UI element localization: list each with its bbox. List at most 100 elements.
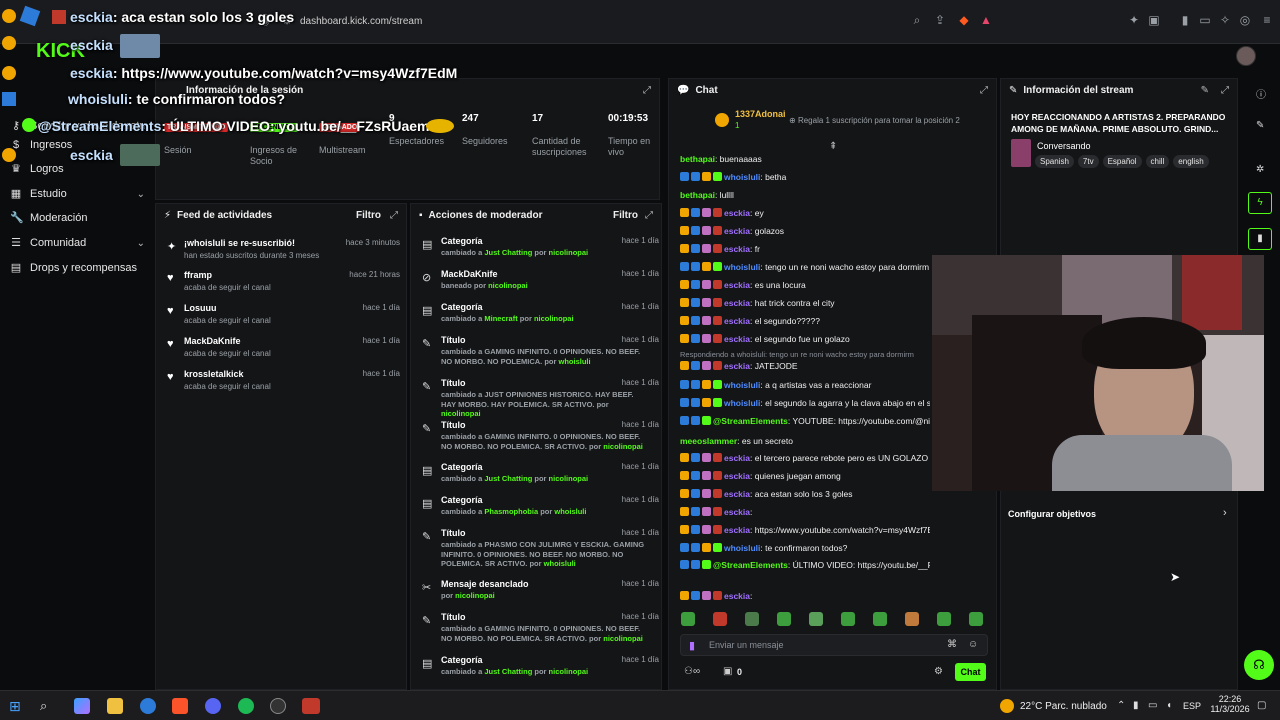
tag[interactable]: english [1173,155,1209,168]
chat-username[interactable]: esckia [724,361,750,371]
feed-item[interactable]: ✦ ¡whoisluli se re-suscribió! han estado… [164,238,400,268]
emote-icon[interactable] [681,612,695,626]
mic-icon[interactable]: ▮ [689,639,695,652]
weather-text[interactable]: 22°C Parc. nublado [1020,701,1107,712]
chat-username[interactable]: esckia [724,453,750,463]
popout-icon[interactable]: ⤢ [390,210,398,221]
emote-icon[interactable] [841,612,855,626]
support-button[interactable]: ☊ [1244,650,1274,680]
folder-icon[interactable] [107,698,123,714]
gift-prompt[interactable]: ⊕ Regala 1 suscripción para tomar la pos… [789,116,960,125]
chat-message[interactable]: @StreamElements: ÚLTIMO VIDEO: https://y… [680,558,930,572]
chat-settings-icon[interactable]: ⚙ [934,666,943,677]
chevron-right-icon[interactable]: › [1223,507,1227,519]
brave-shield-icon[interactable]: ◆ [957,13,971,27]
chat-username[interactable]: whoisluli [724,262,760,272]
chat-input[interactable]: Enviar un mensaje [709,640,784,650]
notification-icon[interactable]: ▢ [1257,700,1266,711]
sidebar-item-moderacion[interactable]: 🔧 Moderación [10,209,145,227]
feed-item[interactable]: ♥ krossletalkick acaba de seguir el cana… [164,369,400,399]
emote-icon[interactable] [777,612,791,626]
chat-username[interactable]: meeoslammer [680,436,737,446]
chat-username[interactable]: whoisluli [724,543,760,553]
info-icon[interactable]: ⓘ [1256,86,1266,101]
chat-message[interactable]: esckia: el segundo fue un golazo [680,332,930,346]
chat-message[interactable]: bethapai: buenaaaas [680,152,930,166]
sidebar-item-estudio[interactable]: ▦ Estudio ⌄ [10,185,145,203]
clock[interactable]: 22:26 11/3/2026 [1206,694,1254,714]
filter-button[interactable]: Filtro [356,210,381,221]
chat-message[interactable]: esckia: quienes juegan among [680,469,930,483]
chat-username[interactable]: esckia [724,334,750,344]
edit-icon[interactable]: ✎ [1201,85,1209,96]
obs-icon[interactable] [270,698,286,714]
chat-username[interactable]: whoisluli [724,398,760,408]
emote-icon[interactable] [713,612,727,626]
chat-username[interactable]: esckia [724,208,750,218]
panel-icon[interactable]: ▮ [1248,228,1272,250]
chat-message[interactable]: bethapai: lullll [680,188,930,202]
feed-item[interactable]: ♥ Losuuu acaba de seguir el canal hace 1… [164,303,400,333]
chat-username[interactable]: esckia [724,507,750,517]
chat-username[interactable]: @StreamElements [713,560,788,570]
chat-message[interactable]: esckia: el tercero parece rebote pero es… [680,451,930,465]
feed-item[interactable]: ♥ MackDaKnife acaba de seguir el canal h… [164,336,400,366]
tag[interactable]: 7tv [1077,155,1099,168]
mic-icon[interactable]: ▮ [1133,700,1139,711]
reader-icon[interactable]: ▣ [1147,13,1161,27]
extensions-icon[interactable]: ✦ [1127,13,1141,27]
emote-icon[interactable] [905,612,919,626]
points-icon[interactable]: ▣ [723,666,732,677]
chat-message[interactable]: meeoslammer: es un secreto [680,434,930,448]
popout-icon[interactable]: ⤢ [643,85,651,96]
chat-message[interactable]: esckia: JATEJODE [680,359,930,373]
chat-username[interactable]: esckia [724,298,750,308]
chat-message[interactable]: whoisluli: betha [680,170,930,184]
filter-button[interactable]: Filtro [613,210,638,221]
copilot-icon[interactable] [74,698,90,714]
stream-title[interactable]: HOY REACCIONANDO A ARTISTAS 2. PREPARAND… [1011,111,1226,135]
chat-username[interactable]: whoisluli [724,380,760,390]
app-icon[interactable] [140,698,156,714]
target-icon[interactable]: ✲ [1256,164,1264,175]
language-indicator[interactable]: ESP [1183,701,1201,711]
chat-message[interactable]: esckia: el segundo????? [680,314,930,328]
chat-message[interactable]: esckia: [680,589,930,603]
chat-message[interactable]: esckia: fr [680,242,930,256]
sidebar-item-drops[interactable]: ▤ Drops y recompensas [10,259,145,277]
chat-username[interactable]: @StreamElements [713,416,788,426]
chat-username[interactable]: bethapai [680,190,715,200]
search-icon[interactable]: ⌕ [40,698,56,714]
chat-username[interactable]: esckia [724,471,750,481]
users-icon[interactable]: ⚇∞ [684,666,700,677]
emote-icon[interactable] [873,612,887,626]
popout-icon[interactable]: ⤢ [980,85,988,96]
speaker-icon[interactable]: ◖ [1166,700,1172,711]
tag[interactable]: chill [1145,155,1170,168]
pencil-icon[interactable]: ✎ [1256,120,1264,131]
avatar[interactable] [1236,46,1256,66]
stream-category[interactable]: Conversando [1037,141,1091,151]
sidebar-toggle-icon[interactable]: ▮ [1178,13,1192,27]
chat-message[interactable]: whoisluli: a q artistas vas a reaccionar [680,378,930,392]
app-icon[interactable] [302,698,320,714]
zoom-icon[interactable]: ⌕ [910,13,924,27]
share-icon[interactable]: ⇪ [933,13,947,27]
chat-username[interactable]: bethapai [680,154,715,164]
send-chat-button[interactable]: Chat [955,663,986,681]
tray-icon[interactable]: ▭ [1148,700,1157,711]
chat-username[interactable]: esckia [724,316,750,326]
vpn-icon[interactable]: ◎ [1238,13,1252,27]
emote-icon[interactable] [745,612,759,626]
chat-username[interactable]: esckia [724,591,750,601]
chat-username[interactable]: esckia [724,226,750,236]
chat-message[interactable]: esckia: ey [680,206,930,220]
chat-message[interactable]: esckia: [680,505,930,519]
popout-icon[interactable]: ⤢ [1221,85,1229,96]
sidebar-item-comunidad[interactable]: ☰ Comunidad ⌄ [10,234,145,252]
windows-icon[interactable]: ⊞ [9,698,25,714]
discord-icon[interactable] [205,698,221,714]
top-gifter-name[interactable]: 1337Adonai [735,109,786,119]
chat-message[interactable]: esckia: hat trick contra el city [680,296,930,310]
chat-message[interactable]: esckia: es una locura [680,278,930,292]
